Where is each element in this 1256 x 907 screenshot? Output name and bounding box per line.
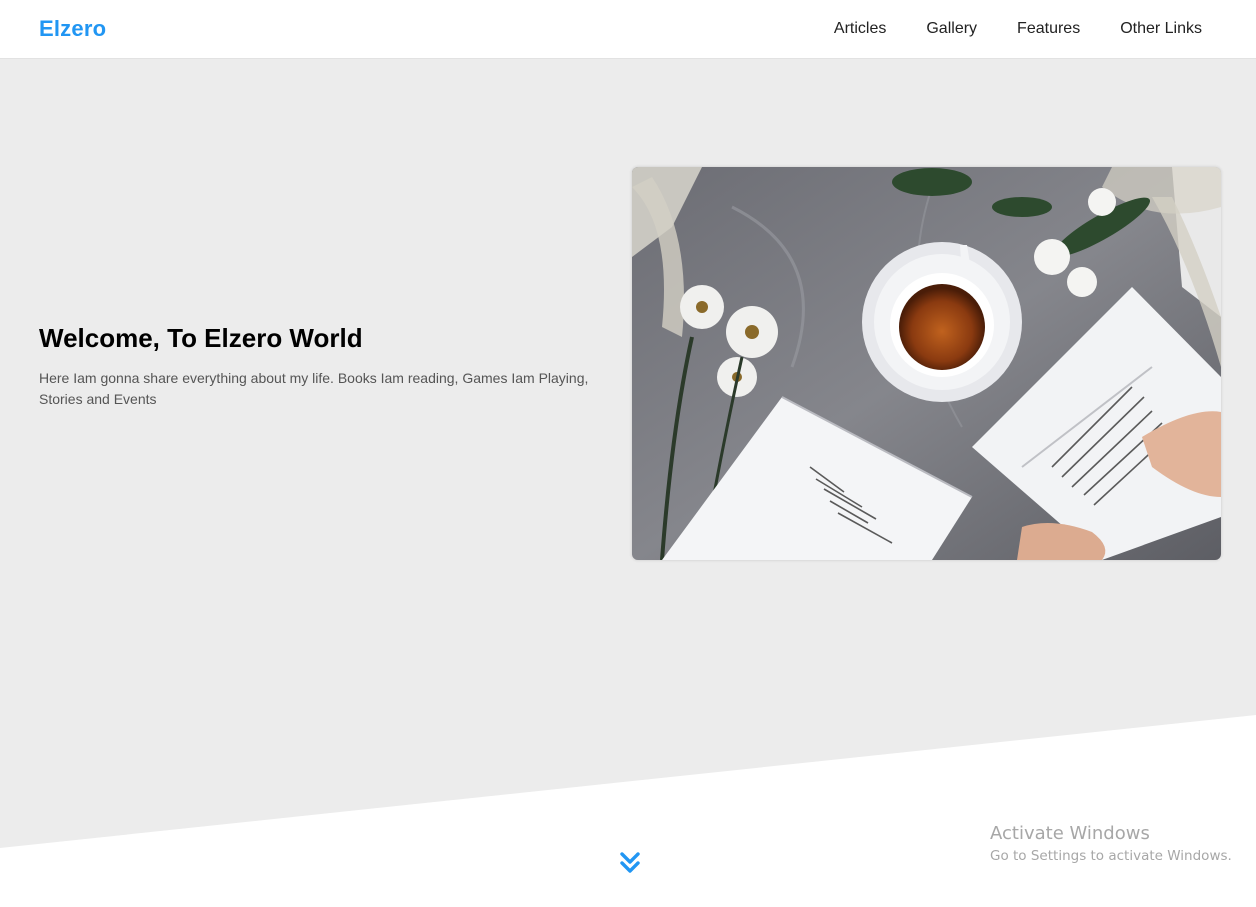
windows-activation-watermark: Activate Windows Go to Settings to activ…: [990, 823, 1232, 864]
nav-link-other-links[interactable]: Other Links: [1106, 0, 1216, 59]
main-nav: Articles Gallery Features Other Links: [808, 0, 1216, 59]
hero-description: Here Iam gonna share everything about my…: [39, 370, 589, 407]
hero-title: Welcome, To Elzero World: [39, 323, 363, 353]
double-chevron-down-icon[interactable]: [619, 851, 641, 875]
site-logo[interactable]: Elzero: [39, 16, 106, 42]
nav-link-features[interactable]: Features: [1003, 0, 1094, 59]
watermark-title: Activate Windows: [990, 823, 1150, 844]
nav-link-gallery[interactable]: Gallery: [912, 0, 991, 59]
nav-link-articles[interactable]: Articles: [820, 0, 900, 59]
site-header: Elzero Articles Gallery Features Other L…: [0, 0, 1256, 59]
watermark-subtitle: Go to Settings to activate Windows.: [990, 848, 1232, 864]
books-and-tea-photo: [632, 167, 1221, 560]
hero-image: [632, 167, 1221, 560]
hero-text: Welcome, To Elzero World Here Iam gonna …: [39, 323, 619, 410]
